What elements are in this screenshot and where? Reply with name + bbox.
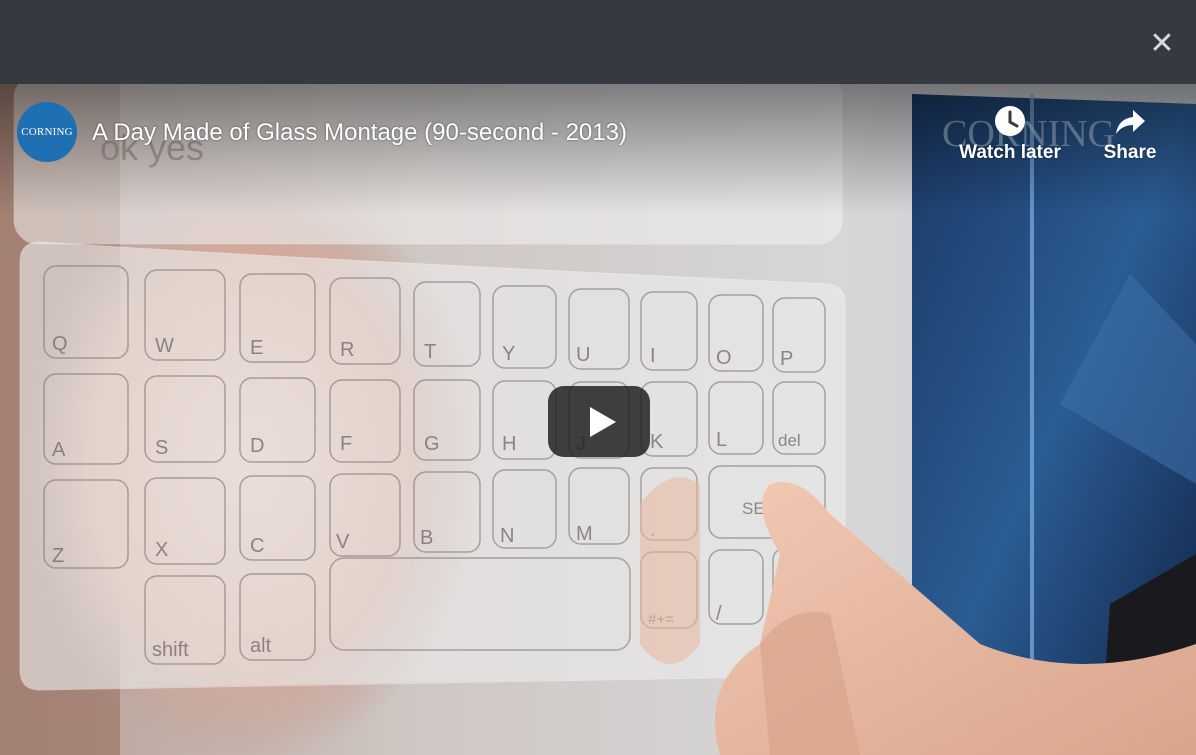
svg-text:V: V	[336, 531, 350, 553]
svg-text:R: R	[340, 339, 354, 361]
svg-text:alt: alt	[250, 635, 272, 657]
share-button[interactable]: Share	[1094, 104, 1166, 164]
clock-icon	[995, 106, 1025, 136]
svg-text:/: /	[716, 603, 722, 625]
svg-text:del: del	[778, 431, 801, 450]
svg-text:T: T	[424, 341, 436, 363]
watch-later-button[interactable]: Watch later	[954, 104, 1066, 164]
svg-text:X: X	[155, 539, 168, 561]
svg-text:L: L	[716, 429, 727, 451]
svg-text:I: I	[650, 345, 656, 367]
play-button[interactable]	[548, 386, 650, 457]
svg-text:W: W	[155, 335, 174, 357]
svg-text:E: E	[250, 337, 263, 359]
svg-text:N: N	[500, 525, 514, 547]
svg-text:Z: Z	[52, 545, 64, 567]
svg-text:Y: Y	[502, 343, 515, 365]
video-player[interactable]: CORNING ok yes Q W E R T Y U I O P A S D…	[0, 84, 1196, 755]
svg-text:U: U	[576, 344, 590, 366]
svg-text:G: G	[424, 433, 440, 455]
svg-text:S: S	[155, 437, 168, 459]
svg-text:P: P	[780, 348, 793, 370]
svg-text:A: A	[52, 439, 66, 461]
watch-later-label: Watch later	[959, 142, 1061, 163]
svg-text:M: M	[576, 523, 593, 545]
share-label: Share	[1103, 142, 1157, 163]
svg-text:Q: Q	[52, 333, 68, 355]
share-arrow-icon	[1116, 110, 1145, 134]
svg-text:H: H	[502, 433, 516, 455]
svg-text:shift: shift	[152, 639, 189, 661]
svg-text:K: K	[650, 431, 664, 453]
video-title[interactable]: A Day Made of Glass Montage (90-second -…	[92, 119, 627, 147]
modal-header: ✕	[0, 0, 1196, 84]
svg-text:D: D	[250, 435, 264, 457]
play-icon	[590, 407, 616, 437]
svg-text:C: C	[250, 535, 264, 557]
close-icon[interactable]: ✕	[1148, 29, 1176, 59]
svg-text:F: F	[340, 433, 352, 455]
channel-avatar[interactable]: CORNING	[17, 102, 77, 162]
svg-text:O: O	[716, 347, 732, 369]
svg-text:B: B	[420, 527, 433, 549]
